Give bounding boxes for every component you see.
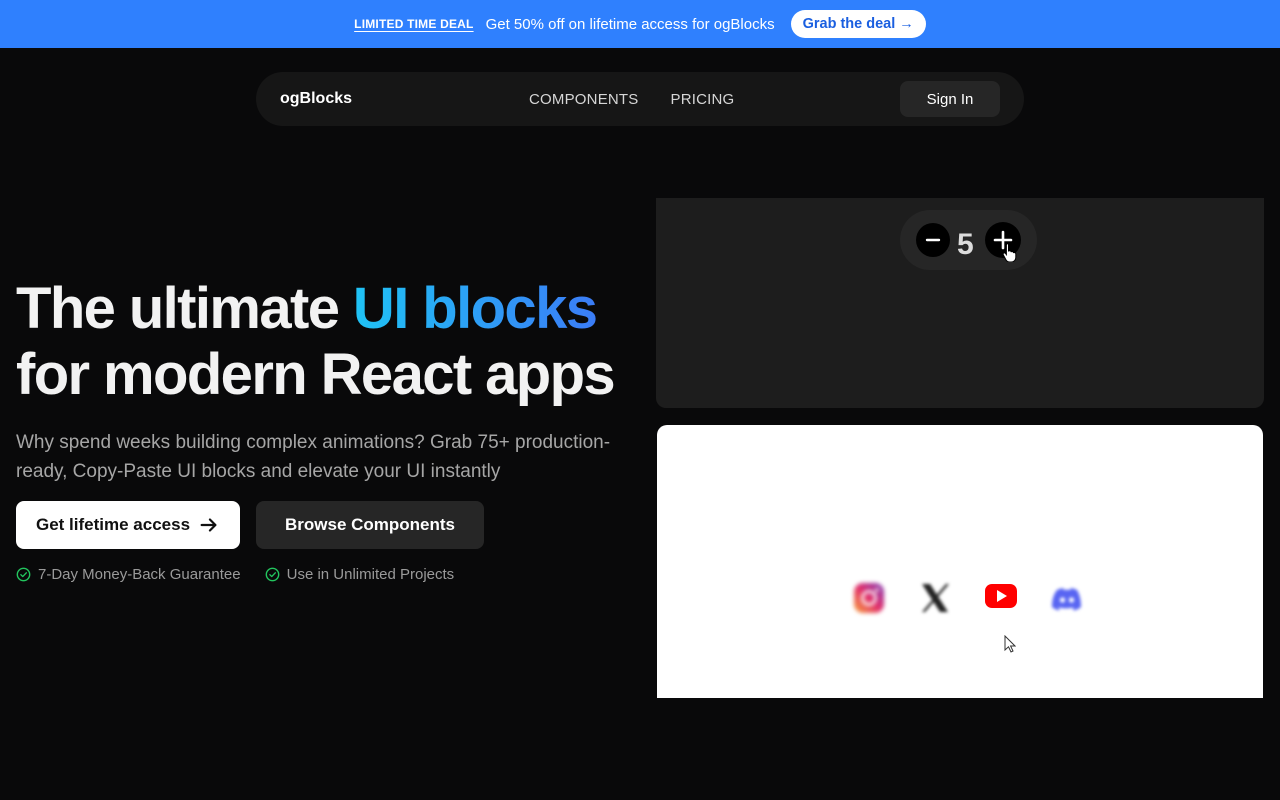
deal-tag[interactable]: LIMITED TIME DEAL xyxy=(354,17,473,31)
grab-deal-button[interactable]: Grab the deal → xyxy=(790,10,926,38)
logo[interactable]: ogBlocks xyxy=(280,90,352,108)
guarantee-item: Use in Unlimited Projects xyxy=(265,566,455,583)
nav-link-components[interactable]: COMPONENTS xyxy=(529,91,639,108)
guarantee-item: 7-Day Money-Back Guarantee xyxy=(16,566,241,583)
hero-title-part1: The ultimate xyxy=(16,276,353,341)
x-icon[interactable] xyxy=(917,580,953,616)
nav-link-pricing[interactable]: PRICING xyxy=(671,91,735,108)
primary-button-label: Get lifetime access xyxy=(36,515,191,534)
arrow-right-icon xyxy=(200,518,217,532)
minus-icon xyxy=(925,238,941,242)
nav-links: COMPONENTS PRICING xyxy=(529,91,734,108)
browse-components-button[interactable]: Browse Components xyxy=(256,501,484,549)
social-preview-panel xyxy=(657,425,1263,698)
hero-subtitle: Why spend weeks building complex animati… xyxy=(16,432,611,482)
hero-title-accent: UI blocks xyxy=(352,276,598,341)
youtube-icon[interactable] xyxy=(983,578,1019,614)
get-lifetime-access-button[interactable]: Get lifetime access xyxy=(16,501,240,549)
discord-icon[interactable] xyxy=(1049,581,1085,617)
mouse-cursor-icon xyxy=(1004,635,1016,653)
guarantees: 7-Day Money-Back Guarantee Use in Unlimi… xyxy=(16,566,454,583)
check-circle-icon xyxy=(16,567,31,582)
deal-message: Get 50% off on lifetime access for ogBlo… xyxy=(485,15,775,33)
navbar: ogBlocks COMPONENTS PRICING Sign In xyxy=(256,72,1024,126)
check-circle-icon xyxy=(265,567,279,582)
guarantee-unlimited-projects: Use in Unlimited Projects xyxy=(286,566,455,583)
hero-title-part2: for modern React apps xyxy=(16,342,616,407)
decrement-button[interactable] xyxy=(916,223,950,257)
counter-value: 5 xyxy=(957,228,974,261)
sign-in-button[interactable]: Sign In xyxy=(900,81,1000,117)
guarantee-money-back: 7-Day Money-Back Guarantee xyxy=(38,566,241,583)
hero-title: The ultimate UI blocks for modern React … xyxy=(16,276,616,408)
instagram-icon[interactable] xyxy=(851,580,887,616)
hand-pointer-icon xyxy=(1002,243,1017,262)
promo-banner: LIMITED TIME DEAL Get 50% off on lifetim… xyxy=(0,0,1280,48)
